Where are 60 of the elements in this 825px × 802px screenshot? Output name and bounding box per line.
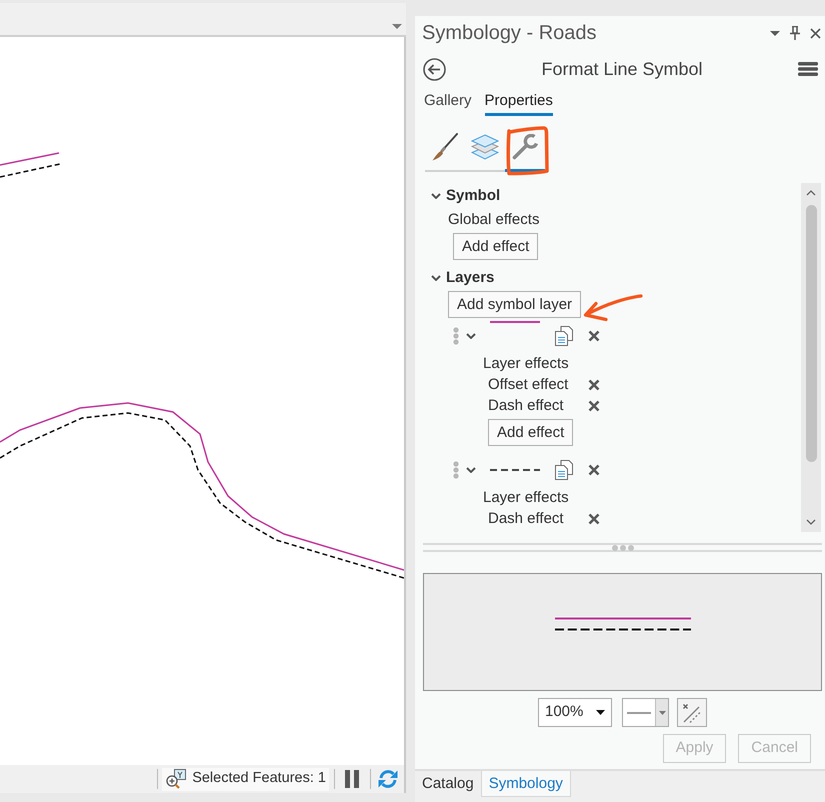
section-title: Symbol	[446, 186, 500, 206]
effect-name: Dash effect	[488, 396, 565, 416]
selected-features-button[interactable]: Selected Features: 1	[162, 768, 329, 790]
dashed-road-line	[0, 163, 60, 178]
copy-icon[interactable]	[555, 460, 573, 480]
delete-icon[interactable]	[588, 379, 600, 391]
back-icon[interactable]	[423, 58, 446, 80]
line-style-dropdown[interactable]	[622, 698, 669, 727]
delete-icon[interactable]	[588, 330, 600, 342]
line-style-icon	[627, 712, 651, 714]
dropdown-caret-icon[interactable]	[392, 24, 402, 29]
dashed-line-swatch[interactable]	[490, 469, 540, 471]
caret-icon	[596, 710, 605, 715]
zoom-dropdown[interactable]: 100%	[538, 698, 612, 727]
dropdown-caret-icon[interactable]	[770, 30, 780, 36]
pane-title: Symbology - Roads	[422, 21, 597, 45]
zoom-to-selection-icon	[165, 769, 188, 789]
refresh-icon[interactable]	[378, 769, 398, 789]
layers-icon	[471, 134, 499, 160]
drag-handle-icon[interactable]	[453, 461, 459, 479]
effects-label: Layer effects	[482, 354, 570, 374]
annotation-arrow	[582, 293, 644, 322]
add-effect-button[interactable]: Add effect	[453, 233, 538, 260]
pane-tab[interactable]: Catalog	[415, 771, 481, 797]
effect-name: Dash effect	[488, 509, 565, 529]
scrollbar-thumb[interactable]	[806, 205, 816, 462]
chevron-down-icon[interactable]	[466, 333, 476, 339]
drag-handle-icon[interactable]	[453, 327, 459, 345]
chevron-down-icon[interactable]	[466, 467, 476, 473]
chevron-down-icon[interactable]	[431, 275, 441, 281]
caret-icon	[658, 710, 666, 714]
section-title: Layers	[446, 268, 494, 288]
delete-icon[interactable]	[588, 464, 600, 476]
tab[interactable]: Properties	[484, 91, 553, 116]
splitter-grip-icon[interactable]	[612, 544, 634, 550]
wrench-icon	[512, 134, 538, 160]
pause-icon[interactable]	[345, 770, 359, 788]
tab[interactable]: Gallery	[424, 91, 472, 116]
delete-icon[interactable]	[588, 513, 600, 525]
copy-icon[interactable]	[555, 326, 573, 346]
pane-tab[interactable]: Symbology	[480, 771, 571, 797]
effect-name: Offset effect	[488, 375, 570, 395]
scroll-up-icon[interactable]	[806, 190, 816, 196]
panel-heading: Format Line Symbol	[540, 58, 704, 81]
delete-icon[interactable]	[588, 400, 600, 412]
toggle-button[interactable]	[677, 698, 707, 727]
brush-icon	[432, 133, 458, 161]
solid-road-line	[0, 152, 60, 166]
effects-label: Layer effects	[482, 488, 570, 508]
diagonal-lines-icon	[682, 702, 702, 722]
line-swatch[interactable]	[490, 321, 540, 323]
scroll-down-icon[interactable]	[806, 519, 816, 525]
effects-label: Global effects	[447, 210, 540, 230]
add-symbol-layer-button[interactable]: Add symbol layer	[448, 291, 582, 318]
close-icon[interactable]	[810, 28, 821, 38]
chevron-down-icon[interactable]	[431, 193, 441, 199]
add-effect-button[interactable]: Add effect	[488, 419, 574, 446]
pin-icon[interactable]	[790, 26, 800, 40]
scrollbar[interactable]	[801, 183, 821, 532]
menu-icon[interactable]	[798, 62, 818, 76]
